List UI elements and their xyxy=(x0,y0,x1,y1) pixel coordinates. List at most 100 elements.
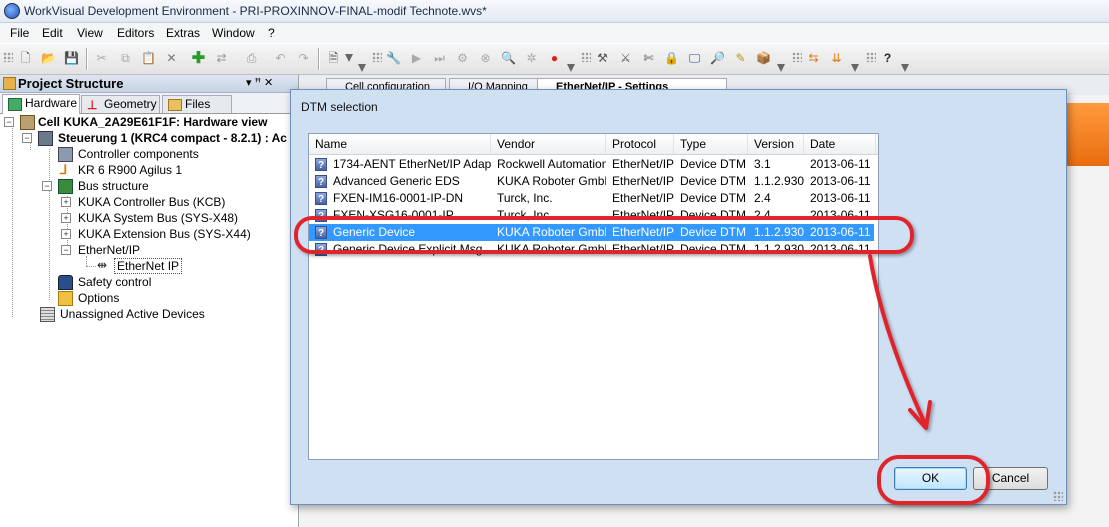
toolbar-grip[interactable] xyxy=(3,52,13,62)
column-vendor[interactable]: Vendor xyxy=(491,134,606,154)
tools-icon[interactable]: ⚔ xyxy=(617,50,634,67)
toolbar-grip[interactable] xyxy=(581,52,591,62)
print-icon[interactable]: ⎙ xyxy=(243,50,260,67)
toolbar: 🗋 📂 💾 ✂ ⧉ 📋 ✕ ✚ ⇄ ⎙ ↶ ↷ 🗎 🔧 ▶ ⏭ ⚙ ⊗ 🔍 ✲ … xyxy=(0,44,1109,75)
new-icon[interactable]: 🗋 xyxy=(17,50,34,67)
dtm-list[interactable]: Name Vendor Protocol Type Version Date ?… xyxy=(308,133,879,460)
chevron-down-icon[interactable] xyxy=(345,54,353,62)
tab-geometry[interactable]: ⊥ Geometry xyxy=(81,95,160,113)
panel-controls[interactable]: ▾ ꟸ ✕ xyxy=(246,76,273,89)
expand-icon[interactable]: + xyxy=(61,213,71,223)
safety-lock-icon xyxy=(58,275,73,290)
chevron-down-icon[interactable] xyxy=(777,64,785,72)
document-icon[interactable]: 🗎 xyxy=(325,50,342,67)
dialog-title: DTM selection xyxy=(301,100,378,114)
list-item[interactable]: ? 1734-AENT EtherNet/IP Adapter Rockwell… xyxy=(309,156,874,173)
bus-icon xyxy=(58,179,73,194)
column-version[interactable]: Version xyxy=(748,134,804,154)
column-type[interactable]: Type xyxy=(674,134,748,154)
app-icon xyxy=(4,3,20,19)
robot-arm-icon[interactable]: ⚒ xyxy=(594,50,611,67)
gear-icon[interactable]: ✲ xyxy=(523,50,540,67)
collapse-icon[interactable]: − xyxy=(4,117,14,127)
cell-vendor: Rockwell Automation xyxy=(497,157,606,171)
help-icon[interactable]: ? xyxy=(879,50,896,67)
step-icon[interactable]: ⏭ xyxy=(431,50,448,67)
tree-label: Controller components xyxy=(78,147,199,161)
tree-item-controller[interactable]: − Steuerung 1 (KRC4 compact - 8.2.1) : A… xyxy=(22,130,298,146)
folder-icon xyxy=(58,291,73,306)
cell-version: 1.1.2.930 xyxy=(754,174,804,188)
delete-icon[interactable]: ✕ xyxy=(163,50,180,67)
add-icon[interactable]: ✚ xyxy=(190,50,207,67)
save-icon[interactable]: 💾 xyxy=(63,50,80,67)
undo-icon[interactable]: ↶ xyxy=(272,50,289,67)
cell-icon xyxy=(20,115,35,130)
expand-icon[interactable]: + xyxy=(61,229,71,239)
chevron-down-icon[interactable] xyxy=(851,64,859,72)
tree-label: EtherNet IP xyxy=(114,258,183,274)
tab-files[interactable]: Files xyxy=(162,95,232,113)
tool-icon[interactable]: ⚙ xyxy=(454,50,471,67)
paste-icon[interactable]: 📋 xyxy=(140,50,157,67)
stop-icon[interactable]: ⊗ xyxy=(477,50,494,67)
cell-type: Device DTM xyxy=(680,157,747,171)
menu-file[interactable]: File xyxy=(10,26,29,40)
annotation-arrow-icon xyxy=(868,254,932,430)
toolbar-separator xyxy=(318,48,319,70)
menu-editors[interactable]: Editors xyxy=(117,26,154,40)
cell-type: Device DTM xyxy=(680,191,747,205)
menu-window[interactable]: Window xyxy=(212,26,255,40)
open-icon[interactable]: 📂 xyxy=(40,50,57,67)
cell-date: 2013-06-11 xyxy=(810,157,871,171)
tree-label: Unassigned Active Devices xyxy=(60,307,205,321)
axes-icon: ⊥ xyxy=(87,98,98,112)
tab-files-label: Files xyxy=(185,97,211,111)
collapse-icon[interactable]: − xyxy=(42,181,52,191)
list-item[interactable]: ? FXEN-IM16-0001-IP-DN Turck, Inc. Ether… xyxy=(309,190,874,207)
record-icon[interactable]: ● xyxy=(546,50,563,67)
lock-icon[interactable]: 🔒 xyxy=(663,50,680,67)
list-item[interactable]: ? Advanced Generic EDS KUKA Roboter GmbH… xyxy=(309,173,874,190)
collapse-icon[interactable]: − xyxy=(22,133,32,143)
folder-icon xyxy=(3,77,16,90)
tab-hardware[interactable]: Hardware xyxy=(2,94,80,114)
download-icon[interactable]: ⇊ xyxy=(828,50,845,67)
collapse-icon[interactable]: − xyxy=(61,245,71,255)
chevron-down-icon[interactable] xyxy=(358,64,366,72)
redo-icon[interactable]: ↷ xyxy=(295,50,312,67)
cut-icon[interactable]: ✂ xyxy=(93,50,110,67)
toolbar-grip[interactable] xyxy=(792,52,802,62)
menu-edit[interactable]: Edit xyxy=(42,26,63,40)
scissors-icon[interactable]: ✄ xyxy=(640,50,657,67)
expand-icon[interactable]: + xyxy=(61,197,71,207)
wrench-icon[interactable]: 🔧 xyxy=(385,50,402,67)
cell-version: 2.4 xyxy=(754,191,771,205)
edit-icon[interactable]: ✎ xyxy=(732,50,749,67)
menu-bar: File Edit View Editors Extras Window ? xyxy=(0,23,1109,43)
monitor-icon[interactable]: 🖵 xyxy=(686,50,703,67)
chevron-down-icon[interactable] xyxy=(567,64,575,72)
column-protocol[interactable]: Protocol xyxy=(606,134,674,154)
zoom-icon[interactable]: 🔎 xyxy=(709,50,726,67)
cell-name: FXEN-IM16-0001-IP-DN xyxy=(333,191,464,205)
toolbar-grip[interactable] xyxy=(866,52,876,62)
window-title: WorkVisual Development Environment - PRI… xyxy=(24,4,487,18)
menu-extras[interactable]: Extras xyxy=(166,26,200,40)
menu-help[interactable]: ? xyxy=(268,26,275,40)
column-date[interactable]: Date xyxy=(804,134,876,154)
controller-icon xyxy=(38,131,53,146)
components-icon xyxy=(58,147,73,162)
replace-icon[interactable]: ⇄ xyxy=(213,50,230,67)
column-name[interactable]: Name xyxy=(309,134,491,154)
menu-view[interactable]: View xyxy=(77,26,103,40)
copy-icon[interactable]: ⧉ xyxy=(117,50,134,67)
toolbar-grip[interactable] xyxy=(372,52,382,62)
package-icon[interactable]: 📦 xyxy=(755,50,772,67)
chevron-down-icon[interactable] xyxy=(901,64,909,72)
play-icon[interactable]: ▶ xyxy=(408,50,425,67)
resize-grip[interactable] xyxy=(1053,491,1063,501)
find-icon[interactable]: 🔍 xyxy=(500,50,517,67)
tree-label: Bus structure xyxy=(78,179,149,193)
transfer-icon[interactable]: ⇆ xyxy=(805,50,822,67)
